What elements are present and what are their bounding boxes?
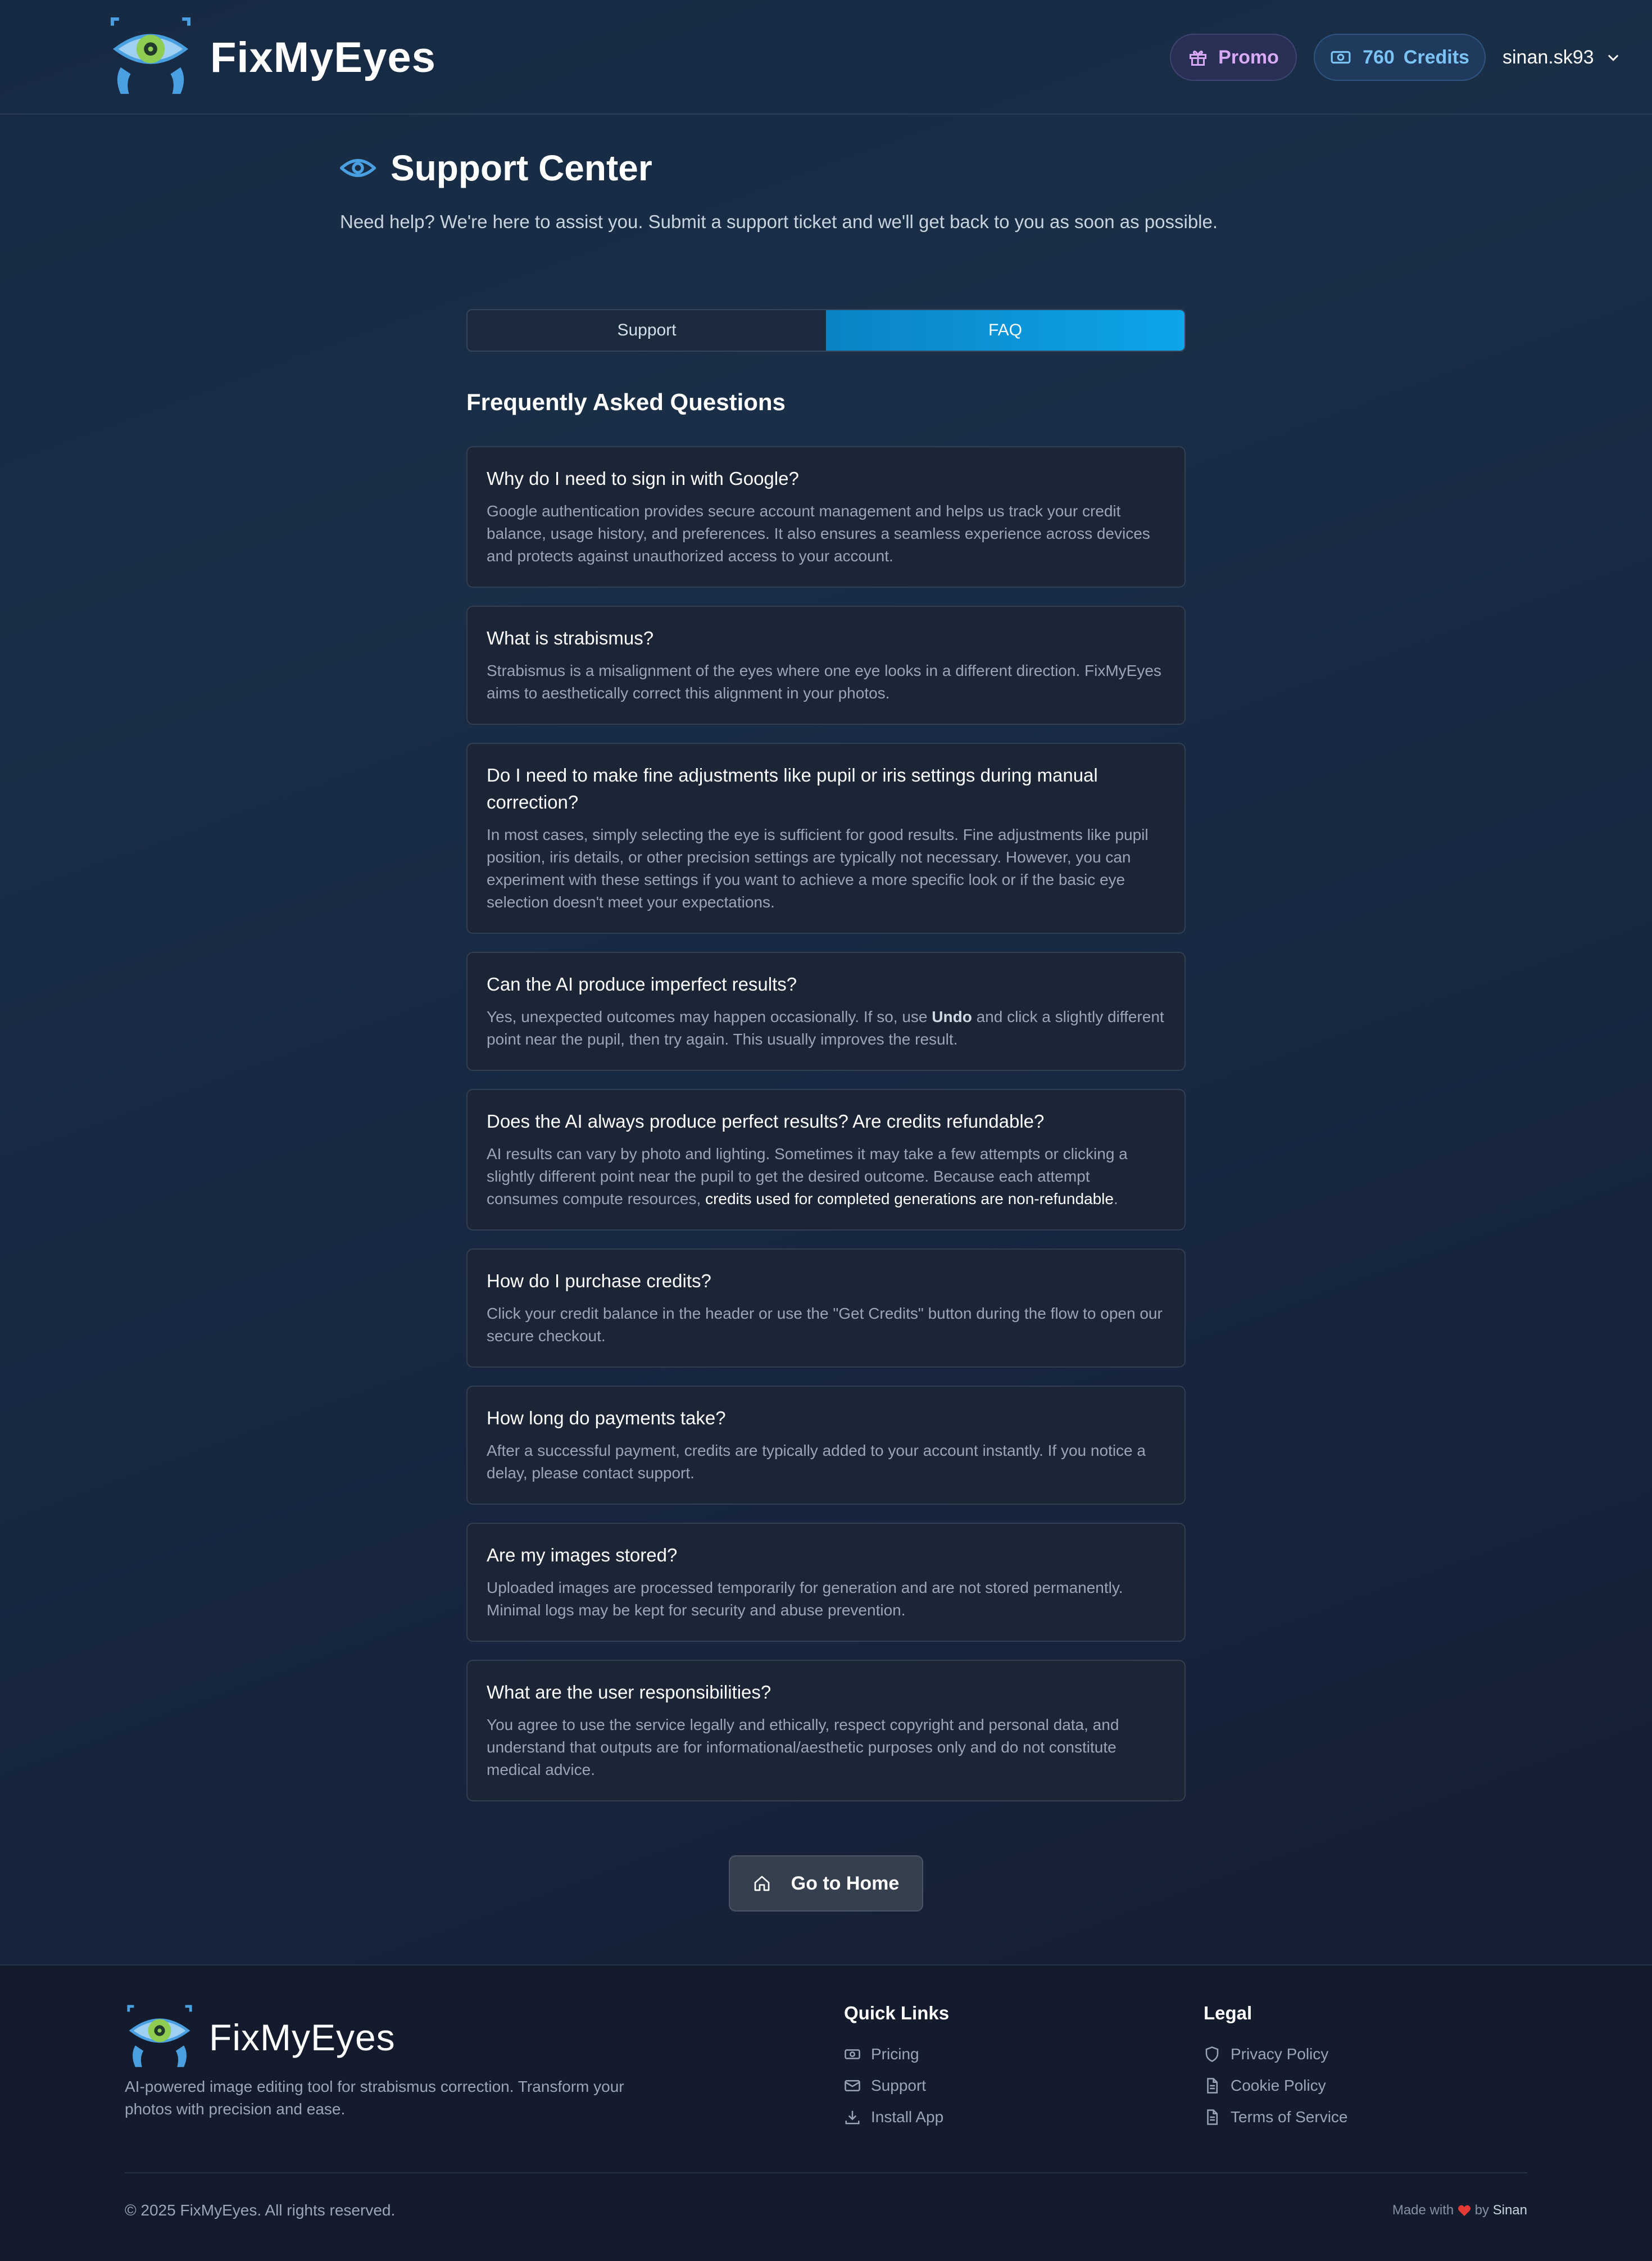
legal-links: Legal Privacy Policy Cookie Policy Terms… xyxy=(1204,2003,1348,2133)
footer-brand-name: FixMyEyes xyxy=(209,2017,396,2058)
faq-answer: Click your credit balance in the header … xyxy=(487,1305,1163,1345)
mail-icon xyxy=(845,2080,860,2091)
money-icon xyxy=(1331,51,1351,64)
footer-link-pricing[interactable]: Pricing xyxy=(844,2038,949,2070)
footer-divider xyxy=(125,2172,1527,2173)
page-heading: Support Center xyxy=(340,147,652,189)
eye-icon xyxy=(340,159,376,177)
faq-item: Can the AI produce imperfect results? Ye… xyxy=(466,952,1186,1071)
faq-answer: After a successful payment, credits are … xyxy=(487,1442,1146,1482)
faq-question: How do I purchase credits? xyxy=(487,1270,711,1291)
chevron-down-icon xyxy=(1608,55,1618,61)
logo-icon xyxy=(110,17,191,94)
author-link[interactable]: Sinan xyxy=(1493,2203,1527,2218)
faq-item: How long do payments take? After a succe… xyxy=(466,1386,1186,1505)
faq-item: Are my images stored? Uploaded images ar… xyxy=(466,1523,1186,1642)
faq-question: Can the AI produce imperfect results? xyxy=(487,974,797,995)
page-subtitle: Need help? We're here to assist you. Sub… xyxy=(340,211,1218,232)
logo-icon xyxy=(127,2005,192,2067)
go-to-home-button[interactable]: Go to Home xyxy=(729,1855,923,1912)
tab-faq[interactable]: FAQ xyxy=(826,310,1184,351)
money-icon xyxy=(845,2049,860,2059)
legal-title: Legal xyxy=(1204,2003,1252,2023)
faq-answer: Uploaded images are processed temporaril… xyxy=(487,1579,1123,1619)
credits-label: Credits xyxy=(1403,46,1469,68)
heart-icon xyxy=(1458,2205,1471,2216)
footer-description: AI-powered image editing tool for strabi… xyxy=(125,2078,624,2118)
undo-text: Undo xyxy=(932,1008,972,1025)
faq-answer: Strabismus is a misalignment of the eyes… xyxy=(487,662,1161,702)
faq-answer: In most cases, simply selecting the eye … xyxy=(487,826,1149,911)
faq-item: What is strabismus? Strabismus is a misa… xyxy=(466,606,1186,725)
quick-links: Quick Links Pricing Support Install App xyxy=(844,2003,949,2133)
faq-answer: Google authentication provides secure ac… xyxy=(487,502,1150,565)
brand-link[interactable]: FixMyEyes xyxy=(108,16,436,99)
promo-button[interactable]: Promo xyxy=(1170,34,1297,81)
credits-value: 760 xyxy=(1363,46,1395,68)
copyright: © 2025 FixMyEyes. All rights reserved. xyxy=(125,2201,396,2219)
promo-label: Promo xyxy=(1218,46,1279,68)
username: sinan.sk93 xyxy=(1503,46,1594,68)
faq-answer: AI results can vary by photo and lightin… xyxy=(487,1145,1128,1207)
download-icon xyxy=(845,2110,860,2124)
faq-answer: Yes, unexpected outcomes may happen occa… xyxy=(487,1008,1164,1048)
support-tabs: Support FAQ xyxy=(466,309,1186,352)
faq-question: Does the AI always produce perfect resul… xyxy=(487,1111,1045,1132)
faq-item: Does the AI always produce perfect resul… xyxy=(466,1089,1186,1231)
faq-question: Do I need to make fine adjustments like … xyxy=(487,765,1098,812)
faq-item: What are the user responsibilities? You … xyxy=(466,1660,1186,1801)
faq-item: Do I need to make fine adjustments like … xyxy=(466,743,1186,934)
page-title: Support Center xyxy=(391,148,652,188)
footer-link-cookie-policy[interactable]: Cookie Policy xyxy=(1204,2070,1348,2101)
faq-question: Are my images stored? xyxy=(487,1545,678,1565)
made-with: Made with by Sinan xyxy=(1392,2203,1527,2218)
quick-links-title: Quick Links xyxy=(844,2003,950,2023)
footer-link-terms-of-service[interactable]: Terms of Service xyxy=(1204,2101,1348,2133)
document-icon xyxy=(1207,2109,1218,2125)
faq-item: Why do I need to sign in with Google? Go… xyxy=(466,446,1186,588)
faq-answer: You agree to use the service legally and… xyxy=(487,1716,1119,1778)
home-icon xyxy=(754,1876,769,1891)
tab-support[interactable]: Support xyxy=(468,310,826,351)
document-icon xyxy=(1207,2078,1218,2094)
gift-icon xyxy=(1190,51,1207,66)
footer: FixMyEyes AI-powered image editing tool … xyxy=(0,1964,1652,2261)
faq-title: Frequently Asked Questions xyxy=(466,389,786,415)
refund-highlight: credits used for completed generations a… xyxy=(705,1190,1114,1207)
header: FixMyEyes Promo 760 Credits sinan.sk93 xyxy=(0,0,1652,115)
shield-icon xyxy=(1205,2046,1219,2062)
faq-question: What are the user responsibilities? xyxy=(487,1682,771,1702)
credits-button[interactable]: 760 Credits xyxy=(1314,34,1486,81)
brand-name: FixMyEyes xyxy=(210,33,436,81)
faq-question: What is strabismus? xyxy=(487,628,654,648)
footer-link-support[interactable]: Support xyxy=(844,2070,949,2101)
footer-link-privacy-policy[interactable]: Privacy Policy xyxy=(1204,2038,1348,2070)
footer-brand[interactable]: FixMyEyes xyxy=(125,2004,396,2071)
footer-link-install-app[interactable]: Install App xyxy=(844,2101,949,2133)
faq-question: Why do I need to sign in with Google? xyxy=(487,468,799,489)
faq-question: How long do payments take? xyxy=(487,1408,726,1428)
user-menu[interactable]: sinan.sk93 xyxy=(1503,34,1621,81)
go-to-home-label: Go to Home xyxy=(791,1872,900,1894)
faq-item: How do I purchase credits? Click your cr… xyxy=(466,1248,1186,1368)
